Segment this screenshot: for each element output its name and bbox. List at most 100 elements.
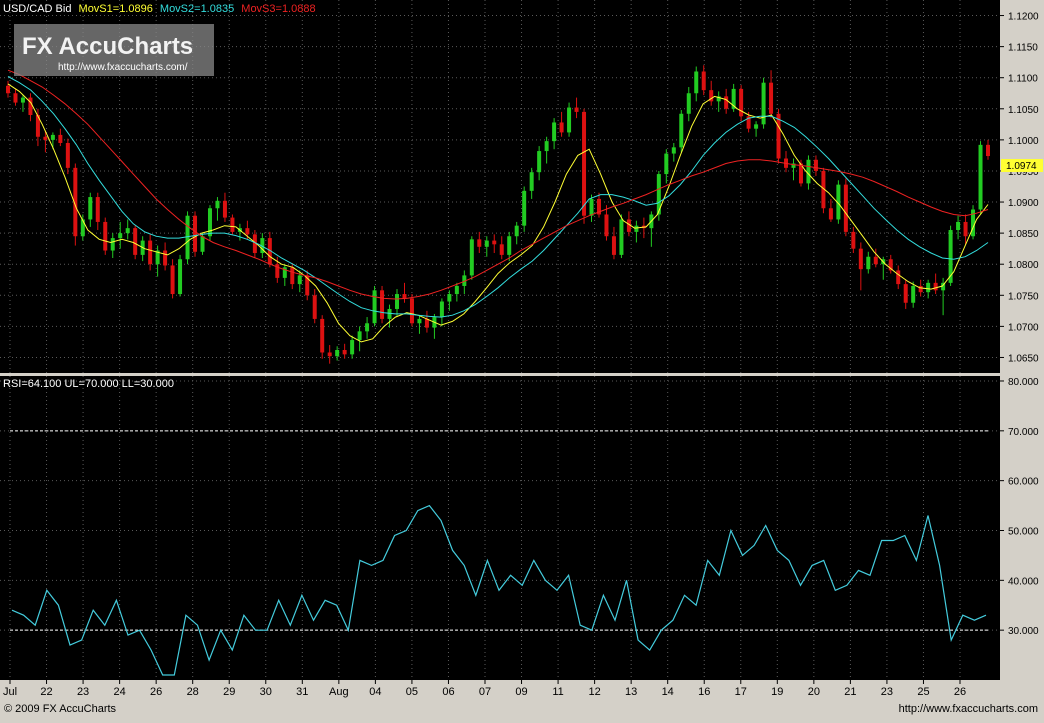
candle-body xyxy=(724,96,729,109)
website-link[interactable]: http://www.fxaccucharts.com xyxy=(899,703,1038,715)
candle-body xyxy=(350,340,355,355)
x-tick-label: 07 xyxy=(479,686,491,698)
candle-body xyxy=(828,208,833,220)
x-tick-label: 26 xyxy=(150,686,162,698)
candle-body xyxy=(409,298,414,324)
candle-body xyxy=(522,190,527,226)
rsi-tick-label: 70.000 xyxy=(1008,427,1039,438)
candle-body xyxy=(43,136,48,140)
x-tick-label: Jul xyxy=(3,686,17,698)
x-tick-label: 11 xyxy=(552,686,563,698)
candle-body xyxy=(926,282,931,293)
candle-body xyxy=(207,208,212,237)
candle-body xyxy=(484,240,489,247)
candle-body xyxy=(873,256,878,265)
x-tick-label: 26 xyxy=(954,686,966,698)
logo-url: http://www.fxaccucharts.com/ xyxy=(58,62,188,73)
legend-symbol: USD/CAD Bid xyxy=(3,3,71,15)
candle-body xyxy=(776,113,781,159)
candle-body xyxy=(903,284,908,303)
candle-body xyxy=(507,236,512,255)
x-tick-label: 20 xyxy=(808,686,820,698)
candle-body xyxy=(103,221,108,251)
candle-body xyxy=(439,301,444,318)
candle-body xyxy=(178,259,183,295)
price-tick-label: 1.0700 xyxy=(1008,322,1039,333)
x-tick-label: 31 xyxy=(296,686,308,698)
candle-body xyxy=(185,215,190,260)
legend-ma1: MovS1=1.0896 xyxy=(79,3,153,15)
rsi-legend: RSI=64.100 UL=70.000 LL=30.000 xyxy=(3,378,174,390)
candle-body xyxy=(200,236,205,252)
candle-body xyxy=(477,239,482,247)
candle-body xyxy=(110,238,115,251)
candle-body xyxy=(956,221,961,231)
candle-body xyxy=(694,71,699,94)
candle-body xyxy=(454,285,459,295)
x-tick-label: 09 xyxy=(515,686,527,698)
candle-body xyxy=(222,200,227,218)
candle-body xyxy=(582,111,587,216)
candle-body xyxy=(417,318,422,324)
candle-body xyxy=(559,122,564,133)
candle-body xyxy=(50,134,55,140)
x-tick-label: 19 xyxy=(771,686,783,698)
x-tick-label: 12 xyxy=(588,686,600,698)
candle-body xyxy=(395,294,400,309)
candle-body xyxy=(320,318,325,353)
candle-body xyxy=(335,349,340,357)
candle-body xyxy=(671,147,676,154)
candle-body xyxy=(469,239,474,276)
candle-body xyxy=(858,248,863,270)
candle-body xyxy=(664,153,669,175)
candle-body xyxy=(230,217,235,232)
x-tick-label: 23 xyxy=(881,686,893,698)
x-tick-label: Aug xyxy=(329,686,349,698)
candle-body xyxy=(611,236,616,255)
candle-body xyxy=(380,290,385,319)
candle-body xyxy=(327,352,332,357)
candle-body xyxy=(402,294,407,299)
candle-body xyxy=(634,225,639,232)
candle-body xyxy=(148,240,153,265)
x-tick-label: 21 xyxy=(844,686,856,698)
rsi-tick-label: 50.000 xyxy=(1008,526,1039,537)
fx-accucharts-logo: FX AccuCharts http://www.fxaccucharts.co… xyxy=(14,24,214,76)
chart-canvas: 1.12001.11501.11001.10501.10001.09501.09… xyxy=(0,0,1044,700)
candle-body xyxy=(769,82,774,114)
candle-body xyxy=(679,113,684,148)
candle-body xyxy=(963,221,968,237)
x-tick-label: 14 xyxy=(662,686,674,698)
candle-body xyxy=(80,219,85,237)
candle-body xyxy=(529,172,534,191)
x-tick-label: 13 xyxy=(625,686,637,698)
rsi-tick-label: 60.000 xyxy=(1008,477,1039,488)
candle-body xyxy=(851,231,856,249)
rsi-tick-label: 30.000 xyxy=(1008,626,1039,637)
candle-body xyxy=(686,93,691,114)
candle-body xyxy=(133,228,138,255)
x-tick-label: 25 xyxy=(917,686,929,698)
candle-body xyxy=(297,275,302,285)
price-tick-label: 1.1150 xyxy=(1008,43,1038,54)
candle-body xyxy=(215,200,220,209)
candle-body xyxy=(95,197,100,222)
last-price-tag-text: 1.0974 xyxy=(1006,161,1037,172)
candle-body xyxy=(843,184,848,232)
x-tick-label: 28 xyxy=(187,686,199,698)
candle-body xyxy=(170,265,175,295)
x-tick-label: 23 xyxy=(77,686,89,698)
x-tick-label: 06 xyxy=(442,686,454,698)
candle-body xyxy=(933,282,938,291)
candle-body xyxy=(499,244,504,255)
x-tick-label: 05 xyxy=(406,686,418,698)
candle-body xyxy=(911,285,916,303)
x-tick-label: 22 xyxy=(40,686,52,698)
x-tick-label: 24 xyxy=(113,686,125,698)
x-tick-label: 16 xyxy=(698,686,710,698)
rsi-tick-label: 80.000 xyxy=(1008,377,1039,388)
price-tick-label: 1.0750 xyxy=(1008,291,1039,302)
price-legend: USD/CAD Bid MovS1=1.0896 MovS2=1.0835 Mo… xyxy=(3,3,316,15)
chart-window: 1.1200 1.1150 1.1100 1.1050 1.1000 1.0950 1.09… xyxy=(0,0,1044,718)
candle-body xyxy=(20,97,25,103)
